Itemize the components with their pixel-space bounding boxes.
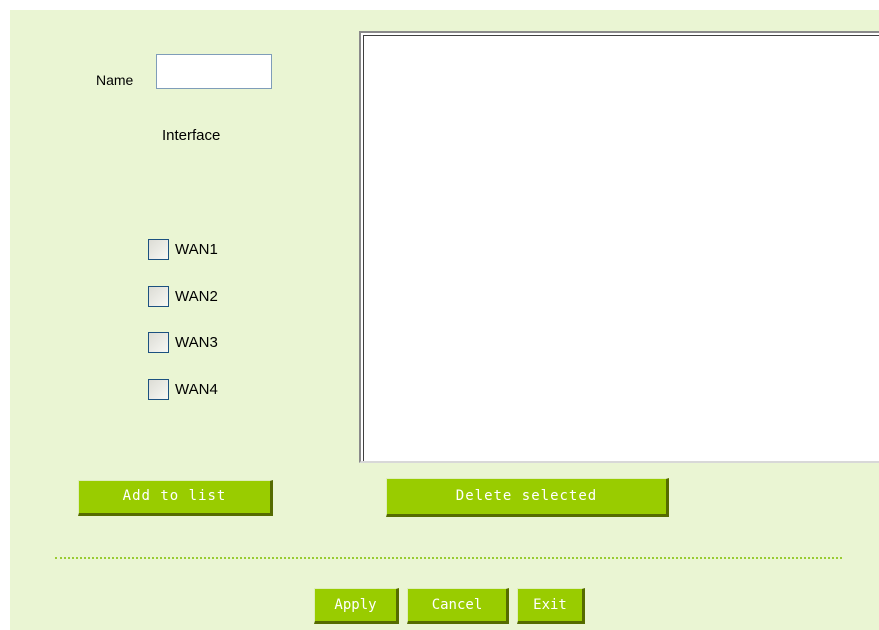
interface-option-wan3[interactable]: WAN3 (148, 331, 218, 353)
interface-option-wan1[interactable]: WAN1 (148, 238, 218, 260)
wan1-label: WAN1 (175, 240, 218, 258)
listbox-content[interactable] (363, 35, 879, 461)
interface-option-wan4[interactable]: WAN4 (148, 378, 218, 400)
add-to-list-button[interactable]: Add to list (78, 480, 273, 516)
name-input[interactable] (156, 54, 272, 89)
interface-label: Interface (162, 127, 221, 144)
delete-selected-button[interactable]: Delete selected (386, 478, 669, 517)
interface-option-wan2[interactable]: WAN2 (148, 285, 218, 307)
entries-listbox[interactable] (359, 31, 879, 463)
divider (55, 557, 842, 559)
wan2-label: WAN2 (175, 287, 218, 305)
wan2-checkbox[interactable] (148, 285, 169, 307)
name-label: Name (96, 72, 134, 88)
wan3-label: WAN3 (175, 333, 218, 351)
apply-button[interactable]: Apply (314, 588, 399, 624)
wan3-checkbox[interactable] (148, 331, 169, 353)
wan1-checkbox[interactable] (148, 238, 169, 260)
cancel-button[interactable]: Cancel (407, 588, 509, 624)
wan4-label: WAN4 (175, 380, 218, 398)
exit-button[interactable]: Exit (517, 588, 585, 624)
wan4-checkbox[interactable] (148, 378, 169, 400)
